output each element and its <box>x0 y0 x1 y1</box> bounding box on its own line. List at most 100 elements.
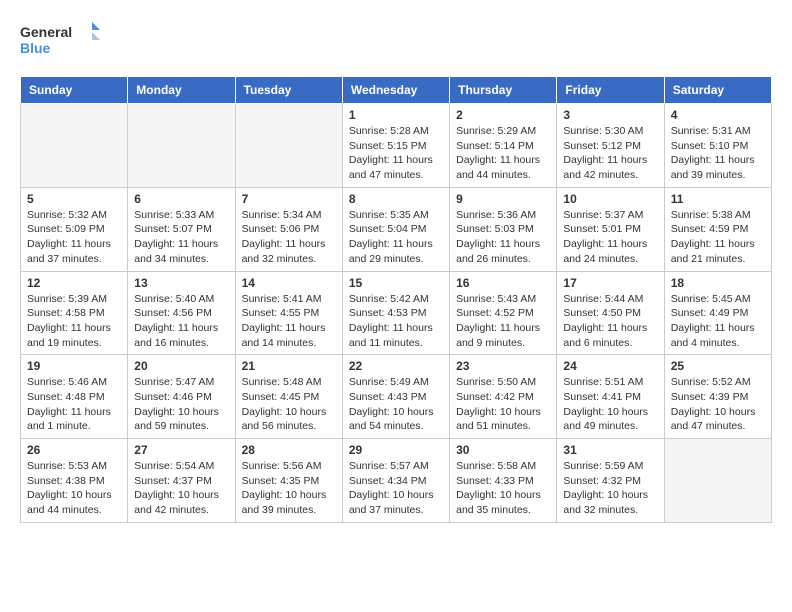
day-info: Sunrise: 5:28 AM Sunset: 5:15 PM Dayligh… <box>349 124 443 183</box>
calendar-cell: 15 Sunrise: 5:42 AM Sunset: 4:53 PM Dayli… <box>342 271 449 355</box>
day-number: 30 <box>456 443 550 457</box>
calendar-cell <box>128 104 235 188</box>
day-info: Sunrise: 5:44 AM Sunset: 4:50 PM Dayligh… <box>563 292 657 351</box>
calendar-cell: 7 Sunrise: 5:34 AM Sunset: 5:06 PM Daylig… <box>235 187 342 271</box>
day-info: Sunrise: 5:40 AM Sunset: 4:56 PM Dayligh… <box>134 292 228 351</box>
day-number: 2 <box>456 108 550 122</box>
calendar-cell: 18 Sunrise: 5:45 AM Sunset: 4:49 PM Dayli… <box>664 271 771 355</box>
day-number: 5 <box>27 192 121 206</box>
day-info: Sunrise: 5:58 AM Sunset: 4:33 PM Dayligh… <box>456 459 550 518</box>
day-number: 27 <box>134 443 228 457</box>
day-number: 1 <box>349 108 443 122</box>
calendar-cell <box>235 104 342 188</box>
calendar-cell: 22 Sunrise: 5:49 AM Sunset: 4:43 PM Dayli… <box>342 355 449 439</box>
day-info: Sunrise: 5:33 AM Sunset: 5:07 PM Dayligh… <box>134 208 228 267</box>
day-info: Sunrise: 5:35 AM Sunset: 5:04 PM Dayligh… <box>349 208 443 267</box>
day-number: 16 <box>456 276 550 290</box>
calendar-cell: 23Sunrise: 5:50 AM Sunset: 4:42 PM Dayli… <box>450 355 557 439</box>
day-number: 4 <box>671 108 765 122</box>
logo: General Blue <box>20 20 100 60</box>
calendar-cell: 25 Sunrise: 5:52 AM Sunset: 4:39 PM Dayli… <box>664 355 771 439</box>
day-info: Sunrise: 5:36 AM Sunset: 5:03 PM Dayligh… <box>456 208 550 267</box>
svg-text:General: General <box>20 24 72 40</box>
calendar-cell: 9 Sunrise: 5:36 AM Sunset: 5:03 PM Daylig… <box>450 187 557 271</box>
calendar-cell: 31 Sunrise: 5:59 AM Sunset: 4:32 PM Dayli… <box>557 439 664 523</box>
day-number: 11 <box>671 192 765 206</box>
calendar-cell: 5 Sunrise: 5:32 AM Sunset: 5:09 PM Daylig… <box>21 187 128 271</box>
calendar-cell: 16Sunrise: 5:43 AM Sunset: 4:52 PM Dayli… <box>450 271 557 355</box>
day-number: 19 <box>27 359 121 373</box>
day-number: 9 <box>456 192 550 206</box>
day-info: Sunrise: 5:31 AM Sunset: 5:10 PM Dayligh… <box>671 124 765 183</box>
day-number: 26 <box>27 443 121 457</box>
day-number: 31 <box>563 443 657 457</box>
day-number: 15 <box>349 276 443 290</box>
day-number: 14 <box>242 276 336 290</box>
calendar-table: SundayMondayTuesdayWednesdayThursdayFrid… <box>20 76 772 523</box>
calendar-cell: 8 Sunrise: 5:35 AM Sunset: 5:04 PM Daylig… <box>342 187 449 271</box>
day-info: Sunrise: 5:37 AM Sunset: 5:01 PM Dayligh… <box>563 208 657 267</box>
svg-text:Blue: Blue <box>20 40 51 56</box>
day-number: 18 <box>671 276 765 290</box>
weekday-header-saturday: Saturday <box>664 77 771 104</box>
day-number: 8 <box>349 192 443 206</box>
calendar-cell: 11 Sunrise: 5:38 AM Sunset: 4:59 PM Dayli… <box>664 187 771 271</box>
calendar-cell: 26 Sunrise: 5:53 AM Sunset: 4:38 PM Dayli… <box>21 439 128 523</box>
calendar-cell: 2Sunrise: 5:29 AM Sunset: 5:14 PM Daylig… <box>450 104 557 188</box>
day-number: 25 <box>671 359 765 373</box>
day-info: Sunrise: 5:48 AM Sunset: 4:45 PM Dayligh… <box>242 375 336 434</box>
day-info: Sunrise: 5:59 AM Sunset: 4:32 PM Dayligh… <box>563 459 657 518</box>
calendar-week-row: 19 Sunrise: 5:46 AM Sunset: 4:48 PM Dayli… <box>21 355 772 439</box>
calendar-cell: 29Sunrise: 5:57 AM Sunset: 4:34 PM Dayli… <box>342 439 449 523</box>
calendar-cell <box>21 104 128 188</box>
day-info: Sunrise: 5:56 AM Sunset: 4:35 PM Dayligh… <box>242 459 336 518</box>
weekday-header-thursday: Thursday <box>450 77 557 104</box>
day-info: Sunrise: 5:49 AM Sunset: 4:43 PM Dayligh… <box>349 375 443 434</box>
weekday-header-tuesday: Tuesday <box>235 77 342 104</box>
day-number: 20 <box>134 359 228 373</box>
calendar-cell: 6 Sunrise: 5:33 AM Sunset: 5:07 PM Daylig… <box>128 187 235 271</box>
day-info: Sunrise: 5:46 AM Sunset: 4:48 PM Dayligh… <box>27 375 121 434</box>
calendar-cell: 19 Sunrise: 5:46 AM Sunset: 4:48 PM Dayli… <box>21 355 128 439</box>
calendar-week-row: 12Sunrise: 5:39 AM Sunset: 4:58 PM Dayli… <box>21 271 772 355</box>
day-info: Sunrise: 5:47 AM Sunset: 4:46 PM Dayligh… <box>134 375 228 434</box>
day-info: Sunrise: 5:39 AM Sunset: 4:58 PM Dayligh… <box>27 292 121 351</box>
day-info: Sunrise: 5:42 AM Sunset: 4:53 PM Dayligh… <box>349 292 443 351</box>
day-number: 6 <box>134 192 228 206</box>
day-info: Sunrise: 5:38 AM Sunset: 4:59 PM Dayligh… <box>671 208 765 267</box>
day-number: 13 <box>134 276 228 290</box>
day-number: 22 <box>349 359 443 373</box>
calendar-week-row: 5 Sunrise: 5:32 AM Sunset: 5:09 PM Daylig… <box>21 187 772 271</box>
day-info: Sunrise: 5:54 AM Sunset: 4:37 PM Dayligh… <box>134 459 228 518</box>
day-number: 3 <box>563 108 657 122</box>
day-number: 17 <box>563 276 657 290</box>
day-info: Sunrise: 5:50 AM Sunset: 4:42 PM Dayligh… <box>456 375 550 434</box>
logo-icon: General Blue <box>20 20 100 60</box>
day-info: Sunrise: 5:32 AM Sunset: 5:09 PM Dayligh… <box>27 208 121 267</box>
day-number: 7 <box>242 192 336 206</box>
weekday-header-monday: Monday <box>128 77 235 104</box>
calendar-cell: 21Sunrise: 5:48 AM Sunset: 4:45 PM Dayli… <box>235 355 342 439</box>
calendar-cell: 17 Sunrise: 5:44 AM Sunset: 4:50 PM Dayli… <box>557 271 664 355</box>
page-header: General Blue <box>20 20 772 60</box>
calendar-week-row: 1 Sunrise: 5:28 AM Sunset: 5:15 PM Daylig… <box>21 104 772 188</box>
day-number: 29 <box>349 443 443 457</box>
weekday-header-sunday: Sunday <box>21 77 128 104</box>
weekday-header-friday: Friday <box>557 77 664 104</box>
calendar-cell: 12Sunrise: 5:39 AM Sunset: 4:58 PM Dayli… <box>21 271 128 355</box>
day-info: Sunrise: 5:52 AM Sunset: 4:39 PM Dayligh… <box>671 375 765 434</box>
day-info: Sunrise: 5:41 AM Sunset: 4:55 PM Dayligh… <box>242 292 336 351</box>
calendar-cell: 14 Sunrise: 5:41 AM Sunset: 4:55 PM Dayli… <box>235 271 342 355</box>
calendar-cell: 1 Sunrise: 5:28 AM Sunset: 5:15 PM Daylig… <box>342 104 449 188</box>
calendar-week-row: 26 Sunrise: 5:53 AM Sunset: 4:38 PM Dayli… <box>21 439 772 523</box>
day-info: Sunrise: 5:34 AM Sunset: 5:06 PM Dayligh… <box>242 208 336 267</box>
calendar-cell: 24Sunrise: 5:51 AM Sunset: 4:41 PM Dayli… <box>557 355 664 439</box>
day-info: Sunrise: 5:45 AM Sunset: 4:49 PM Dayligh… <box>671 292 765 351</box>
calendar-cell: 10Sunrise: 5:37 AM Sunset: 5:01 PM Dayli… <box>557 187 664 271</box>
calendar-cell: 3Sunrise: 5:30 AM Sunset: 5:12 PM Daylig… <box>557 104 664 188</box>
calendar-cell: 13 Sunrise: 5:40 AM Sunset: 4:56 PM Dayli… <box>128 271 235 355</box>
calendar-cell: 28 Sunrise: 5:56 AM Sunset: 4:35 PM Dayli… <box>235 439 342 523</box>
day-number: 28 <box>242 443 336 457</box>
day-info: Sunrise: 5:53 AM Sunset: 4:38 PM Dayligh… <box>27 459 121 518</box>
weekday-header-row: SundayMondayTuesdayWednesdayThursdayFrid… <box>21 77 772 104</box>
